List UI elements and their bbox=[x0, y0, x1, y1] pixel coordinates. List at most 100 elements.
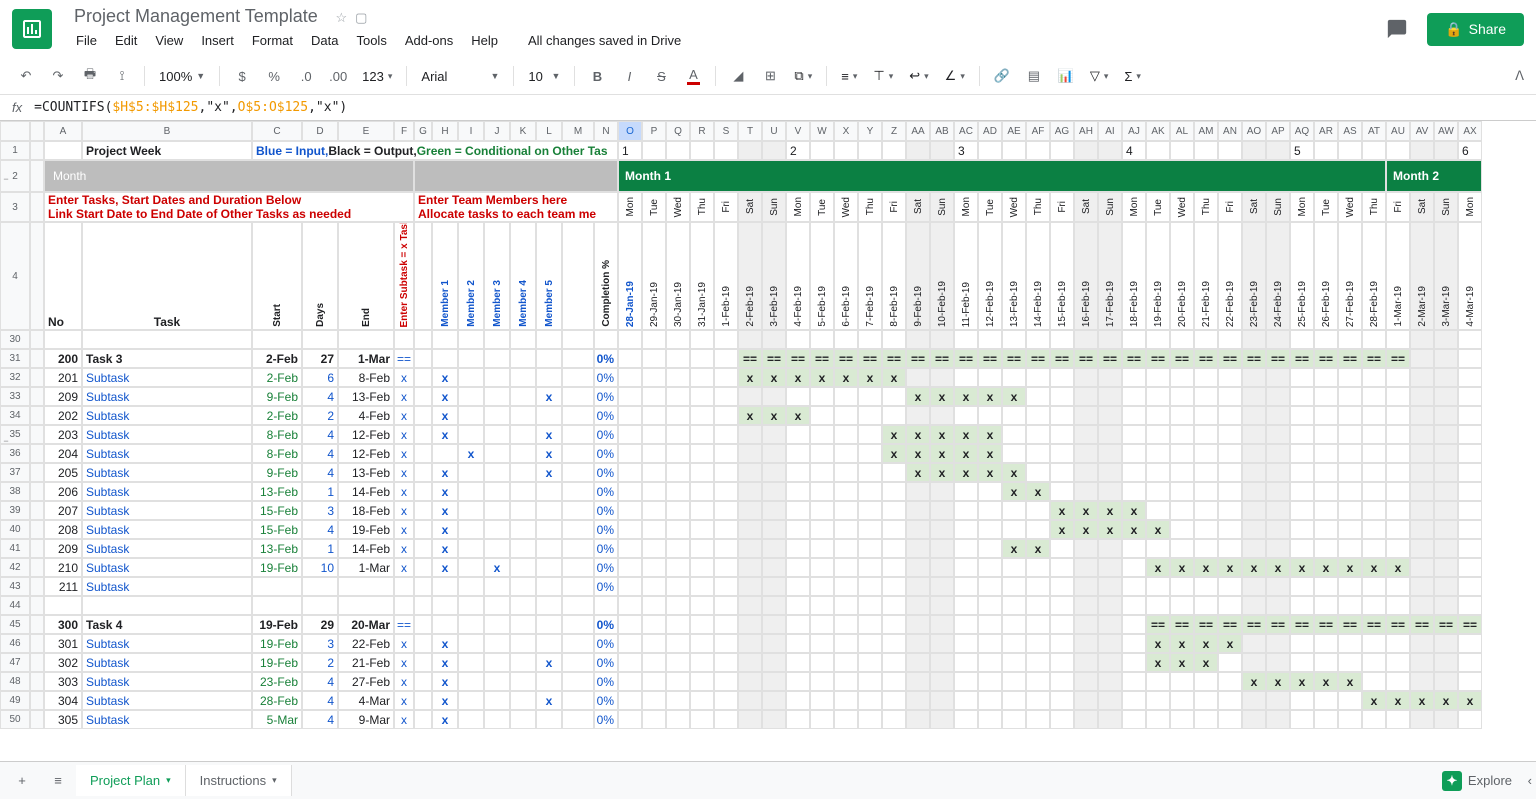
side-panel-toggle[interactable]: ‹ bbox=[1528, 773, 1532, 788]
col-header-AF[interactable]: AF bbox=[1026, 121, 1050, 141]
comments-button[interactable] bbox=[1379, 11, 1415, 47]
col-header-W[interactable]: W bbox=[810, 121, 834, 141]
sheet-tab-instructions[interactable]: Instructions▾ bbox=[186, 765, 292, 796]
col-header-X[interactable]: X bbox=[834, 121, 858, 141]
sheet-tab-project-plan[interactable]: Project Plan▾ bbox=[76, 765, 186, 796]
menu-view[interactable]: View bbox=[147, 29, 191, 52]
col-header-N[interactable]: N bbox=[594, 121, 618, 141]
star-icon[interactable]: ☆ bbox=[335, 10, 347, 26]
merge-button[interactable]: ⧉▾ bbox=[788, 64, 818, 88]
col-header-AR[interactable]: AR bbox=[1314, 121, 1338, 141]
redo-button[interactable]: ↷ bbox=[44, 62, 72, 90]
col-header-AN[interactable]: AN bbox=[1218, 121, 1242, 141]
col-header-Q[interactable]: Q bbox=[666, 121, 690, 141]
link-button[interactable]: 🔗 bbox=[988, 62, 1016, 90]
filter-button[interactable]: ▽▾ bbox=[1084, 64, 1115, 88]
comment-button[interactable]: ▤ bbox=[1020, 62, 1048, 90]
col-header-V[interactable]: V bbox=[786, 121, 810, 141]
add-sheet-button[interactable]: + bbox=[4, 763, 40, 799]
col-header-AB[interactable]: AB bbox=[930, 121, 954, 141]
col-header-AK[interactable]: AK bbox=[1146, 121, 1170, 141]
all-sheets-button[interactable]: ≡ bbox=[40, 763, 76, 799]
col-header-AG[interactable]: AG bbox=[1050, 121, 1074, 141]
strike-button[interactable]: S bbox=[647, 62, 675, 90]
col-header-AX[interactable]: AX bbox=[1458, 121, 1482, 141]
col-header-AC[interactable]: AC bbox=[954, 121, 978, 141]
paint-format-button[interactable]: ⟟ bbox=[108, 62, 136, 90]
col-header-H[interactable]: H bbox=[432, 121, 458, 141]
folder-icon[interactable]: ▢ bbox=[355, 10, 367, 26]
col-header-J[interactable]: J bbox=[484, 121, 510, 141]
menu-data[interactable]: Data bbox=[303, 29, 346, 52]
col-header-AA[interactable]: AA bbox=[906, 121, 930, 141]
col-header-P[interactable]: P bbox=[642, 121, 666, 141]
font-size-select[interactable]: 10▼ bbox=[522, 65, 566, 88]
col-header-AE[interactable]: AE bbox=[1002, 121, 1026, 141]
currency-button[interactable]: $ bbox=[228, 62, 256, 90]
menu-tools[interactable]: Tools bbox=[348, 29, 394, 52]
menu-help[interactable]: Help bbox=[463, 29, 506, 52]
col-header-AS[interactable]: AS bbox=[1338, 121, 1362, 141]
col-header-C[interactable]: C bbox=[252, 121, 302, 141]
v-align-button[interactable]: ⊤▾ bbox=[867, 64, 899, 88]
rotate-button[interactable]: ∠▾ bbox=[939, 64, 971, 88]
col-header-U[interactable]: U bbox=[762, 121, 786, 141]
col-header-A[interactable]: A bbox=[44, 121, 82, 141]
share-button[interactable]: 🔒 Share bbox=[1427, 13, 1524, 46]
col-header-T[interactable]: T bbox=[738, 121, 762, 141]
h-align-button[interactable]: ≡▾ bbox=[835, 65, 863, 88]
col-header-AW[interactable]: AW bbox=[1434, 121, 1458, 141]
functions-button[interactable]: Σ▾ bbox=[1118, 65, 1147, 88]
menu-add-ons[interactable]: Add-ons bbox=[397, 29, 461, 52]
spreadsheet-grid[interactable]: ABCDEFGHIJKLMNOPQRSTUVWXYZAAABACADAEAFAG… bbox=[0, 121, 1536, 733]
toolbar-expand-button[interactable]: ᐱ bbox=[1515, 68, 1524, 84]
col-header-AM[interactable]: AM bbox=[1194, 121, 1218, 141]
group-toggle-icon[interactable]: − bbox=[0, 431, 12, 450]
col-header-AJ[interactable]: AJ bbox=[1122, 121, 1146, 141]
col-header-G[interactable]: G bbox=[414, 121, 432, 141]
col-header-AI[interactable]: AI bbox=[1098, 121, 1122, 141]
explore-button[interactable]: ✦ Explore bbox=[1442, 771, 1512, 791]
col-header-O[interactable]: O bbox=[618, 121, 642, 141]
col-header-AH[interactable]: AH bbox=[1074, 121, 1098, 141]
col-header-I[interactable]: I bbox=[458, 121, 484, 141]
group-toggle-icon[interactable]: − bbox=[0, 169, 12, 188]
fill-color-button[interactable]: ◢ bbox=[724, 62, 752, 90]
col-header-M[interactable]: M bbox=[562, 121, 594, 141]
col-header-AO[interactable]: AO bbox=[1242, 121, 1266, 141]
menu-edit[interactable]: Edit bbox=[107, 29, 145, 52]
col-header-AP[interactable]: AP bbox=[1266, 121, 1290, 141]
col-header-K[interactable]: K bbox=[510, 121, 536, 141]
increase-decimal-button[interactable]: .00 bbox=[324, 62, 352, 90]
bold-button[interactable]: B bbox=[583, 62, 611, 90]
zoom-select[interactable]: 100%▼ bbox=[153, 65, 211, 88]
col-header-AV[interactable]: AV bbox=[1410, 121, 1434, 141]
col-header-AQ[interactable]: AQ bbox=[1290, 121, 1314, 141]
sheets-logo[interactable] bbox=[12, 9, 52, 49]
col-header-AT[interactable]: AT bbox=[1362, 121, 1386, 141]
col-header-Y[interactable]: Y bbox=[858, 121, 882, 141]
doc-title[interactable]: Project Management Template bbox=[68, 4, 324, 28]
italic-button[interactable]: I bbox=[615, 62, 643, 90]
menu-insert[interactable]: Insert bbox=[193, 29, 242, 52]
col-header-L[interactable]: L bbox=[536, 121, 562, 141]
col-header-AU[interactable]: AU bbox=[1386, 121, 1410, 141]
menu-file[interactable]: File bbox=[68, 29, 105, 52]
text-color-button[interactable]: A bbox=[679, 62, 707, 90]
col-header-F[interactable]: F bbox=[394, 121, 414, 141]
col-header-AD[interactable]: AD bbox=[978, 121, 1002, 141]
borders-button[interactable]: ⊞ bbox=[756, 62, 784, 90]
col-header-Z[interactable]: Z bbox=[882, 121, 906, 141]
percent-button[interactable]: % bbox=[260, 62, 288, 90]
col-header-E[interactable]: E bbox=[338, 121, 394, 141]
col-header-AL[interactable]: AL bbox=[1170, 121, 1194, 141]
decrease-decimal-button[interactable]: .0 bbox=[292, 62, 320, 90]
col-header-D[interactable]: D bbox=[302, 121, 338, 141]
col-header-B[interactable]: B bbox=[82, 121, 252, 141]
col-header-S[interactable]: S bbox=[714, 121, 738, 141]
menu-format[interactable]: Format bbox=[244, 29, 301, 52]
formula-input[interactable]: =COUNTIFS($H$5:$H$125,"x",O$5:O$125,"x") bbox=[34, 100, 347, 115]
undo-button[interactable]: ↶ bbox=[12, 62, 40, 90]
font-select[interactable]: Arial▼ bbox=[415, 65, 505, 88]
col-header-R[interactable]: R bbox=[690, 121, 714, 141]
